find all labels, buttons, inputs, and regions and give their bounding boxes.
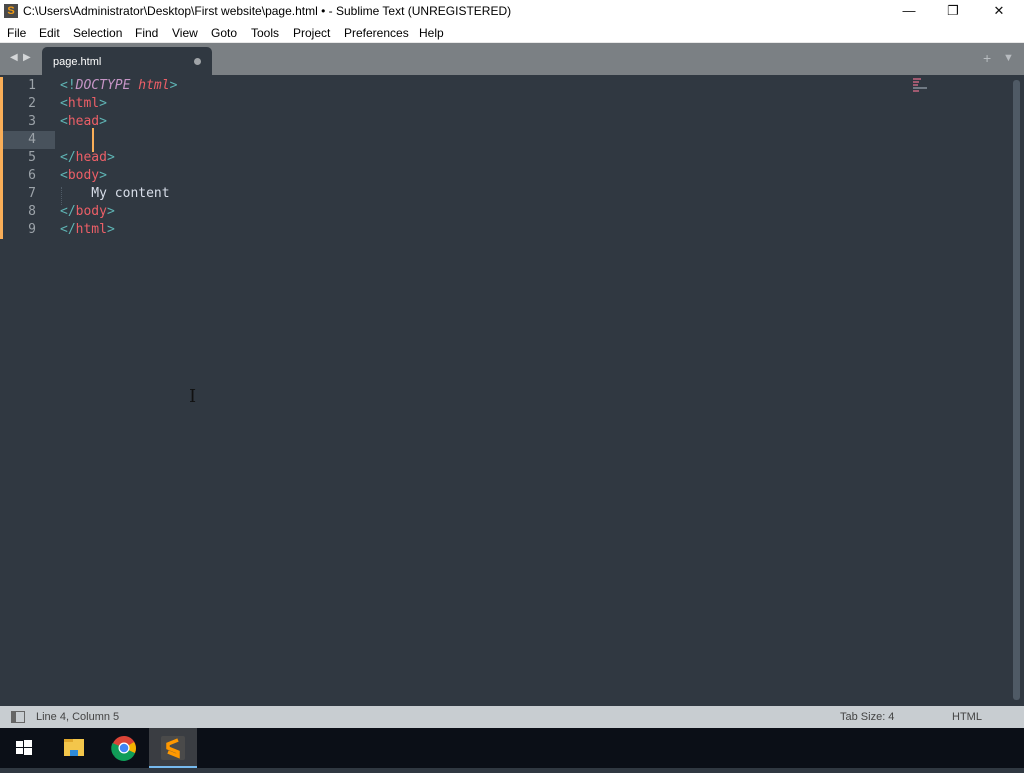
code-token: > (99, 168, 107, 183)
tab-label: page.html (53, 56, 102, 68)
status-bar: Line 4, Column 5 Tab Size: 4 HTML (0, 706, 1024, 728)
line-number: 6 (28, 168, 36, 183)
menu-find[interactable]: Find (135, 26, 158, 40)
menu-file[interactable]: File (7, 26, 26, 40)
code-token: </ (60, 222, 76, 237)
code-token: body (75, 204, 107, 219)
code-text: <!DOCTYPE html> (60, 77, 177, 95)
line-number: 5 (28, 150, 36, 165)
code-token: html (67, 96, 100, 111)
code-line[interactable]: 7 My content (0, 185, 1010, 203)
chrome-taskbar-button[interactable] (100, 728, 148, 768)
code-token: head (75, 150, 107, 165)
window-title: C:\Users\Administrator\Desktop\First web… (23, 4, 512, 18)
code-token: My content (60, 186, 170, 201)
code-token: </ (60, 204, 76, 219)
chrome-icon (111, 736, 136, 761)
windows-start-button[interactable] (0, 728, 48, 768)
sublime-text-taskbar-button[interactable] (149, 728, 197, 768)
menu-edit[interactable]: Edit (39, 26, 60, 40)
line-number: 4 (3, 131, 55, 149)
line-number: 2 (28, 96, 36, 111)
vertical-scrollbar[interactable] (1013, 80, 1020, 700)
sublime-text-icon (161, 736, 185, 760)
next-tab-icon[interactable]: ▶ (23, 52, 31, 63)
close-button[interactable]: ✕ (976, 0, 1022, 22)
code-token: > (99, 96, 107, 111)
code-token: body (67, 168, 100, 183)
code-token: < (60, 168, 68, 183)
cursor-position: Line 4, Column 5 (36, 711, 120, 723)
code-text: </body> (60, 203, 115, 221)
new-tab-plus-icon[interactable]: + (983, 50, 991, 66)
code-token: html (138, 78, 170, 93)
windows-logo-icon (16, 740, 32, 755)
menu-bar: File Edit Selection Find View Goto Tools… (0, 22, 1024, 43)
code-token: > (169, 78, 178, 93)
menu-tools[interactable]: Tools (251, 26, 279, 40)
tab-bar: ◀ ▶ page.html + ▼ (0, 43, 1024, 75)
tab-list-dropdown-icon[interactable]: ▼ (1003, 52, 1014, 64)
sublime-logo-icon: S (4, 4, 18, 18)
minimap[interactable] (913, 78, 927, 94)
previous-tab-icon[interactable]: ◀ (10, 52, 18, 63)
minimize-button[interactable]: — (886, 0, 932, 22)
code-token: </ (60, 150, 76, 165)
mouse-ibeam-cursor-icon: I (189, 386, 197, 407)
code-text: My content (60, 185, 170, 203)
code-editor[interactable]: 1 <!DOCTYPE html> 2 <html> 3 <head> 4 5 </head> 6… (0, 77, 1010, 239)
folder-icon (64, 739, 84, 756)
taskbar (0, 728, 1024, 768)
code-text: </head> (60, 149, 115, 167)
code-text: <html> (60, 95, 107, 113)
line-number: 3 (28, 114, 36, 129)
code-token: > (106, 150, 115, 165)
menu-goto[interactable]: Goto (211, 26, 237, 40)
code-token: > (106, 204, 115, 219)
code-line[interactable]: 6 <body> (0, 167, 1010, 185)
text-caret (92, 128, 94, 152)
code-line[interactable]: 8 </body> (0, 203, 1010, 221)
code-line[interactable]: 1 <!DOCTYPE html> (0, 77, 1010, 95)
code-token: <! (60, 78, 76, 93)
code-line[interactable]: 9 </html> (0, 221, 1010, 239)
code-token: > (99, 114, 107, 129)
file-explorer-taskbar-button[interactable] (50, 728, 98, 768)
code-text: </html> (60, 221, 115, 239)
tab-size-selector[interactable]: Tab Size: 4 (840, 711, 894, 723)
code-token: < (60, 96, 68, 111)
code-token: html (75, 222, 107, 237)
title-bar: S C:\Users\Administrator\Desktop\First w… (0, 0, 1024, 22)
code-text: <body> (60, 167, 107, 185)
menu-help[interactable]: Help (419, 26, 444, 40)
line-number: 7 (28, 186, 36, 201)
code-token: < (60, 114, 68, 129)
line-number: 8 (28, 204, 36, 219)
code-token: > (106, 222, 115, 237)
menu-view[interactable]: View (172, 26, 198, 40)
code-line[interactable]: 5 </head> (0, 149, 1010, 167)
code-line[interactable]: 4 (0, 131, 1010, 149)
menu-project[interactable]: Project (293, 26, 330, 40)
line-number: 9 (28, 222, 36, 237)
restore-button[interactable]: ❐ (930, 0, 976, 22)
indent-guide (61, 187, 62, 205)
toggle-sidebar-icon[interactable] (11, 711, 25, 723)
code-token: head (67, 114, 100, 129)
tab-page-html[interactable]: page.html (42, 47, 212, 75)
syntax-selector[interactable]: HTML (952, 711, 982, 723)
code-line[interactable]: 3 <head> (0, 113, 1010, 131)
code-token: DOCTYPE (75, 78, 131, 93)
menu-selection[interactable]: Selection (73, 26, 122, 40)
unsaved-dot-icon[interactable] (194, 58, 201, 65)
menu-preferences[interactable]: Preferences (344, 26, 409, 40)
code-line[interactable]: 2 <html> (0, 95, 1010, 113)
line-number: 1 (28, 78, 36, 93)
code-text: <head> (60, 113, 107, 131)
